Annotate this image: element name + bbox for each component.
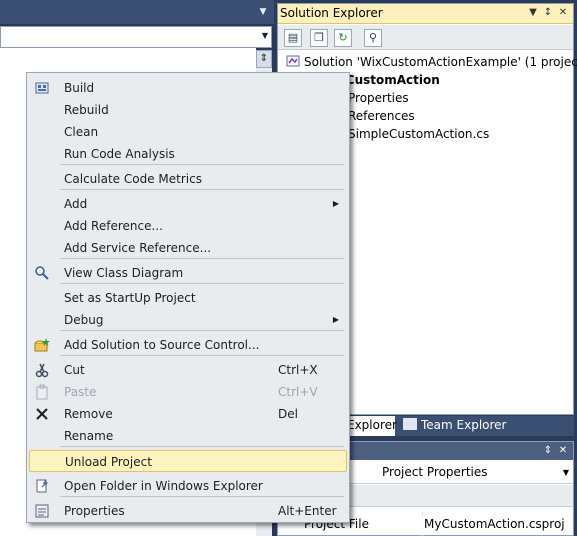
paste-icon (34, 384, 50, 400)
pin-icon[interactable]: ⇕ (541, 444, 555, 458)
menu-item-unload-project[interactable]: Unload Project (29, 450, 347, 472)
menu-item-label: View Class Diagram (64, 266, 184, 280)
class-diagram-icon (34, 265, 50, 281)
scissors-icon (34, 362, 50, 378)
menu-item-cut[interactable]: Cut Ctrl+X (29, 359, 347, 381)
menu-item-label: Unload Project (65, 455, 152, 469)
solution-explorer-titlebar: Solution Explorer ▼ ↕ ✕ (278, 4, 573, 24)
menu-item-label: Paste (64, 385, 97, 399)
tree-item-label: References (348, 109, 415, 123)
menu-item-label: Rebuild (64, 103, 109, 117)
tab-team-explorer[interactable]: Team Explorer (397, 416, 513, 436)
dropdown-icon[interactable]: ▼ (526, 6, 540, 20)
menu-item-clean[interactable]: Clean (29, 121, 347, 143)
menu-item-rebuild[interactable]: Rebuild (29, 99, 347, 121)
tree-item-label: Solution 'WixCustomActionExample' (1 pro… (304, 55, 577, 69)
menu-item-set-as-startup-project[interactable]: Set as StartUp Project (29, 287, 347, 309)
menu-item-shortcut: Ctrl+V (278, 385, 318, 399)
menu-item-paste: Paste Ctrl+V (29, 381, 347, 403)
menu-item-calculate-code-metrics[interactable]: Calculate Code Metrics (29, 168, 347, 190)
menu-item-label: Remove (64, 407, 113, 421)
menu-item-label: Clean (64, 125, 99, 139)
menu-item-label: Build (64, 81, 95, 95)
properties-toolbar-icon[interactable]: ▤ (284, 29, 302, 47)
solution-explorer-toolbar: ▤ ❐ ↻ ⚲ (278, 25, 573, 50)
menu-item-build[interactable]: Build (29, 77, 347, 99)
panel-title: Solution Explorer (280, 6, 383, 20)
tree-item-solution[interactable]: Solution 'WixCustomActionExample' (1 pro… (286, 53, 577, 71)
navigation-bar[interactable]: ▼ (0, 26, 272, 48)
tree-item-file[interactable]: SimpleCustomAction.cs (348, 125, 489, 143)
menu-item-shortcut: Alt+Enter (278, 504, 337, 518)
menu-item-label: Open Folder in Windows Explorer (64, 479, 263, 493)
split-window-icon[interactable]: ⇕ (256, 50, 272, 68)
tree-item-label: Properties (348, 91, 409, 105)
menu-item-add-service-reference[interactable]: Add Service Reference... (29, 237, 347, 259)
menu-item-label: Debug (64, 313, 104, 327)
menu-item-add-solution-to-source-control[interactable]: Add Solution to Source Control... (29, 334, 347, 356)
chevron-down-icon[interactable]: ▼ (563, 468, 569, 477)
menu-item-label: Add Reference... (64, 219, 163, 233)
remove-icon (34, 406, 50, 422)
menu-item-properties[interactable]: Properties Alt+Enter (29, 500, 347, 522)
close-icon[interactable]: ✕ (556, 6, 570, 20)
show-all-files-icon[interactable]: ❐ (310, 29, 328, 47)
solution-icon (286, 54, 300, 68)
tab-dropdown-icon[interactable]: ▼ (256, 6, 270, 18)
menu-item-label: Calculate Code Metrics (64, 172, 202, 186)
properties-icon (34, 503, 50, 519)
menu-item-view-class-diagram[interactable]: View Class Diagram (29, 262, 347, 284)
menu-item-label: Add (64, 197, 88, 211)
menu-item-label: Run Code Analysis (64, 147, 175, 161)
menu-item-label: Rename (64, 429, 114, 443)
editor-tab-strip (0, 0, 274, 24)
context-menu: Build Rebuild Clean Run Code Analysis Calcul… (26, 72, 350, 523)
menu-item-label: Add Service Reference... (64, 241, 212, 255)
close-icon[interactable]: ✕ (556, 444, 570, 458)
submenu-arrow-icon: ▶ (332, 315, 339, 324)
tree-item-label: SimpleCustomAction.cs (348, 127, 490, 141)
menu-item-debug[interactable]: Debug ▶ (29, 309, 347, 331)
menu-item-label: Cut (64, 363, 85, 377)
open-folder-icon (34, 478, 50, 494)
tree-item-references[interactable]: References (348, 107, 415, 125)
menu-item-rename[interactable]: Rename (29, 425, 347, 447)
menu-item-label: Properties (64, 504, 125, 518)
menu-item-open-folder-in-windows-explorer[interactable]: Open Folder in Windows Explorer (29, 475, 347, 497)
menu-item-label: Set as StartUp Project (64, 291, 196, 305)
pin-icon[interactable]: ↕ (541, 6, 555, 20)
team-explorer-icon (403, 418, 417, 430)
menu-item-add[interactable]: Add ▶ (29, 193, 347, 215)
refresh-icon[interactable]: ↻ (334, 29, 352, 47)
build-icon (34, 80, 50, 96)
view-class-diagram-icon[interactable]: ⚲ (364, 29, 382, 47)
tree-item-properties[interactable]: Properties (348, 89, 409, 107)
source-control-icon (34, 337, 50, 353)
menu-item-run-code-analysis[interactable]: Run Code Analysis (29, 143, 347, 165)
chevron-down-icon[interactable]: ▼ (262, 31, 268, 40)
submenu-arrow-icon: ▶ (332, 199, 339, 208)
menu-item-shortcut: Del (278, 407, 298, 421)
menu-item-add-reference[interactable]: Add Reference... (29, 215, 347, 237)
menu-item-shortcut: Ctrl+X (278, 363, 318, 377)
menu-item-remove[interactable]: Remove Del (29, 403, 347, 425)
menu-item-label: Add Solution to Source Control... (64, 338, 260, 352)
